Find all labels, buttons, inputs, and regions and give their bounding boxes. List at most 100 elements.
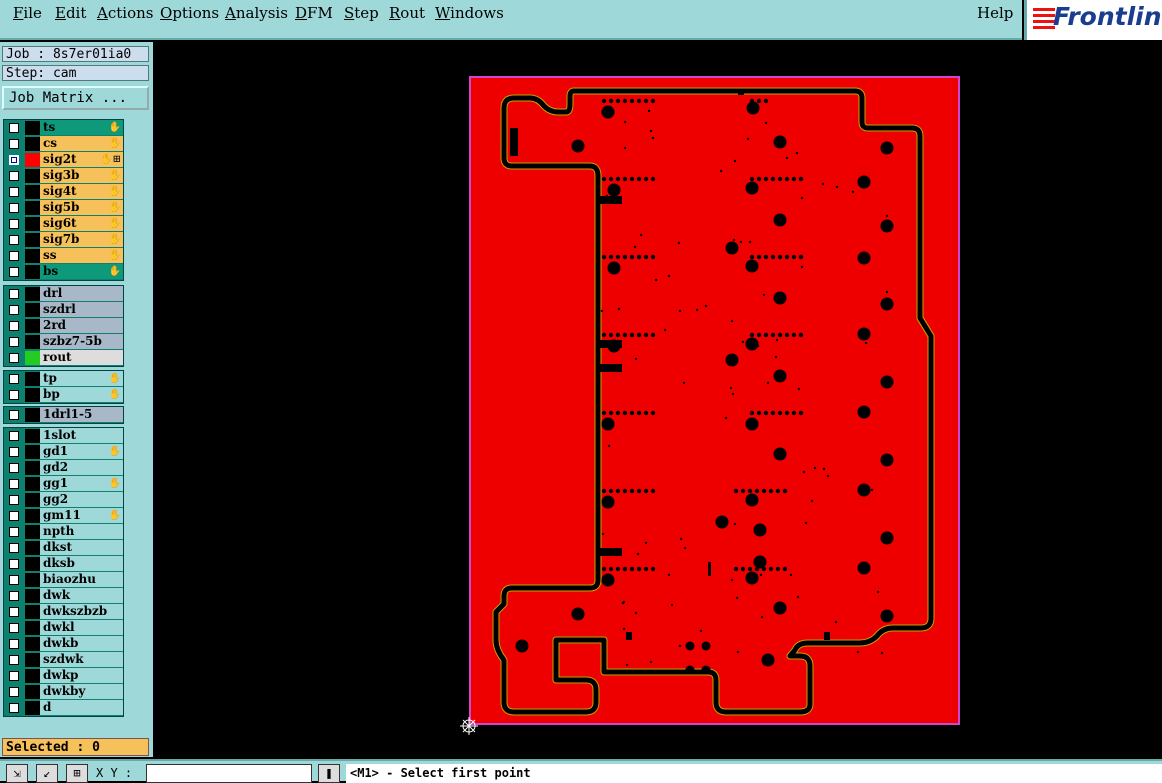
layer-color-swatch[interactable] bbox=[25, 388, 40, 402]
layer-name[interactable]: sig2t ✋⊞ bbox=[40, 152, 123, 167]
layer-row-sig7b[interactable]: sig7b ✋ bbox=[4, 232, 125, 248]
layer-row-1drl1-5[interactable]: 1drl1-5 bbox=[4, 407, 125, 423]
layer-name[interactable]: biaozhu bbox=[40, 572, 123, 587]
layer-name[interactable]: dwkb bbox=[40, 636, 123, 651]
layer-name[interactable]: sig6t ✋ bbox=[40, 216, 123, 231]
menu-dfm[interactable]: DFM bbox=[295, 4, 333, 22]
layer-row-szdrl[interactable]: szdrl bbox=[4, 302, 125, 318]
layer-row-sig3b[interactable]: sig3b ✋ bbox=[4, 168, 125, 184]
pcb-board-view[interactable] bbox=[155, 42, 1162, 757]
layer-checkbox[interactable] bbox=[9, 431, 19, 441]
layer-name[interactable]: dwkl bbox=[40, 620, 123, 635]
layer-color-swatch[interactable] bbox=[25, 265, 40, 279]
job-matrix-button[interactable]: Job Matrix ... bbox=[2, 86, 149, 110]
menu-windows[interactable]: Windows bbox=[435, 4, 504, 22]
layer-checkbox[interactable] bbox=[9, 203, 19, 213]
layer-name[interactable]: sig3b ✋ bbox=[40, 168, 123, 183]
layer-color-swatch[interactable] bbox=[25, 185, 40, 199]
layer-color-swatch[interactable] bbox=[25, 541, 40, 555]
layer-checkbox[interactable] bbox=[9, 374, 19, 384]
layer-color-swatch[interactable] bbox=[25, 653, 40, 667]
layer-color-swatch[interactable] bbox=[25, 372, 40, 386]
layer-checkbox[interactable] bbox=[9, 187, 19, 197]
menu-actions[interactable]: Actions bbox=[97, 4, 153, 22]
layer-name[interactable]: rout bbox=[40, 350, 123, 365]
layer-name[interactable]: sig5b ✋ bbox=[40, 200, 123, 215]
layer-row-dwk[interactable]: dwk bbox=[4, 588, 125, 604]
layer-row-cs[interactable]: cs ✋ bbox=[4, 136, 125, 152]
layer-checkbox[interactable] bbox=[9, 155, 19, 165]
layer-checkbox[interactable] bbox=[9, 495, 19, 505]
layer-name[interactable]: 2rd bbox=[40, 318, 123, 333]
menu-options[interactable]: Options bbox=[160, 4, 219, 22]
layer-name[interactable]: dwk bbox=[40, 588, 123, 603]
layer-row-dwkl[interactable]: dwkl bbox=[4, 620, 125, 636]
layer-row-drl[interactable]: drl bbox=[4, 286, 125, 302]
layer-checkbox[interactable] bbox=[9, 479, 19, 489]
layer-checkbox[interactable] bbox=[9, 623, 19, 633]
layer-checkbox[interactable] bbox=[9, 655, 19, 665]
layer-name[interactable]: sig7b ✋ bbox=[40, 232, 123, 247]
zoom-box-icon[interactable]: ⇲ bbox=[6, 764, 28, 783]
layer-color-swatch[interactable] bbox=[25, 408, 40, 422]
layer-color-swatch[interactable] bbox=[25, 605, 40, 619]
layer-checkbox[interactable] bbox=[9, 671, 19, 681]
layer-row-gg2[interactable]: gg2 bbox=[4, 492, 125, 508]
layer-color-swatch[interactable] bbox=[25, 137, 40, 151]
layer-row-dkst[interactable]: dkst bbox=[4, 540, 125, 556]
layer-checkbox[interactable] bbox=[9, 543, 19, 553]
graphic-canvas[interactable] bbox=[155, 42, 1162, 757]
menu-rout[interactable]: Rout bbox=[389, 4, 425, 22]
layer-checkbox[interactable] bbox=[9, 527, 19, 537]
layer-checkbox[interactable] bbox=[9, 639, 19, 649]
layer-color-swatch[interactable] bbox=[25, 685, 40, 699]
layer-name[interactable]: gg1 ✋ bbox=[40, 476, 123, 491]
layer-name[interactable]: dkst bbox=[40, 540, 123, 555]
layer-color-swatch[interactable] bbox=[25, 509, 40, 523]
layer-name[interactable]: szdrl bbox=[40, 302, 123, 317]
layer-name[interactable]: gd1 ✋ bbox=[40, 444, 123, 459]
layer-checkbox[interactable] bbox=[9, 447, 19, 457]
layer-checkbox[interactable] bbox=[9, 139, 19, 149]
layer-checkbox[interactable] bbox=[9, 687, 19, 697]
layer-row-dwkp[interactable]: dwkp bbox=[4, 668, 125, 684]
layer-name[interactable]: gm11 ✋ bbox=[40, 508, 123, 523]
layer-name[interactable]: sig4t ✋ bbox=[40, 184, 123, 199]
layer-color-swatch[interactable] bbox=[25, 303, 40, 317]
layer-name[interactable]: bp ✋ bbox=[40, 387, 123, 402]
layer-color-swatch[interactable] bbox=[25, 669, 40, 683]
layer-row-tp[interactable]: tp ✋ bbox=[4, 371, 125, 387]
layer-color-swatch[interactable] bbox=[25, 287, 40, 301]
layer-row-gd1[interactable]: gd1 ✋ bbox=[4, 444, 125, 460]
layer-color-swatch[interactable] bbox=[25, 201, 40, 215]
layer-name[interactable]: ts ✋ bbox=[40, 120, 123, 135]
layer-color-swatch[interactable] bbox=[25, 217, 40, 231]
layer-row-dwkby[interactable]: dwkby bbox=[4, 684, 125, 700]
layer-name[interactable]: d bbox=[40, 700, 123, 715]
layer-checkbox[interactable] bbox=[9, 607, 19, 617]
layer-row-bs[interactable]: bs ✋ bbox=[4, 264, 125, 280]
layer-row-szdwk[interactable]: szdwk bbox=[4, 652, 125, 668]
layer-row-gd2[interactable]: gd2 bbox=[4, 460, 125, 476]
layer-color-swatch[interactable] bbox=[25, 589, 40, 603]
layer-color-swatch[interactable] bbox=[25, 557, 40, 571]
layer-color-swatch[interactable] bbox=[25, 621, 40, 635]
layer-color-swatch[interactable] bbox=[25, 573, 40, 587]
layer-checkbox[interactable] bbox=[9, 559, 19, 569]
layer-checkbox[interactable] bbox=[9, 219, 19, 229]
layer-checkbox[interactable] bbox=[9, 575, 19, 585]
layer-checkbox[interactable] bbox=[9, 267, 19, 277]
layer-checkbox[interactable] bbox=[9, 337, 19, 347]
layer-row-d[interactable]: d bbox=[4, 700, 125, 716]
layer-name[interactable]: gd2 bbox=[40, 460, 123, 475]
layer-checkbox[interactable] bbox=[9, 463, 19, 473]
layer-name[interactable]: ss ✋ bbox=[40, 248, 123, 263]
xy-input[interactable] bbox=[146, 764, 312, 783]
layer-checkbox[interactable] bbox=[9, 410, 19, 420]
layer-color-swatch[interactable] bbox=[25, 493, 40, 507]
layer-name[interactable]: dksb bbox=[40, 556, 123, 571]
layer-name[interactable]: 1slot bbox=[40, 428, 123, 443]
layer-checkbox[interactable] bbox=[9, 353, 19, 363]
layer-checkbox[interactable] bbox=[9, 123, 19, 133]
layer-color-swatch[interactable] bbox=[25, 233, 40, 247]
